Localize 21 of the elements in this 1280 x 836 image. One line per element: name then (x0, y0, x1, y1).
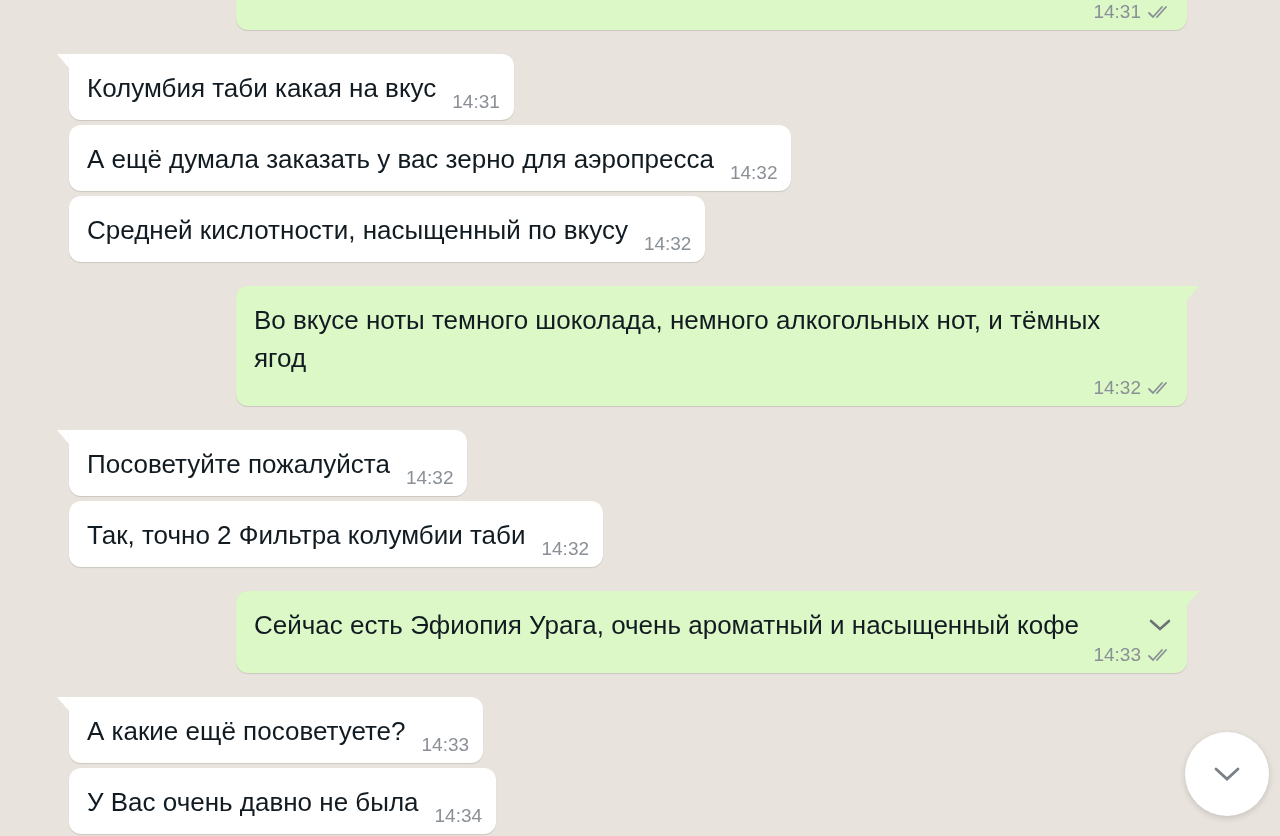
message-time: 14:31 (452, 91, 500, 113)
chevron-down-icon (1213, 765, 1241, 783)
message-time: 14:31 (1093, 1, 1141, 23)
message-time: 14:32 (1093, 377, 1141, 399)
message-text: Сейчас есть Эфиопия Урага, очень ароматный и насыщенный кофе (254, 609, 1079, 642)
message-time: 14:33 (421, 734, 470, 756)
message-time: 14:34 (434, 805, 483, 827)
message-time: 14:32 (405, 467, 454, 489)
message-time: 14:32 (541, 538, 590, 560)
chevron-down-icon[interactable] (1147, 617, 1173, 633)
message-text: Посоветуйте пожалуйста (87, 448, 390, 481)
message-text: Во вкусе ноты темного шоколада, немного алкогольных нот, и тёмных ягод (254, 304, 1102, 375)
message-time: 14:32 (643, 233, 692, 255)
message-text: Колумбия таби какая на вкус (87, 72, 437, 105)
message-text: Средней кислотности, насыщенный по вкусу (87, 214, 628, 247)
message-text: Так, точно 2 Фильтра колумбии таби (87, 519, 526, 552)
message-text: А ещё думала заказать у вас зерно для аэропресса (87, 143, 714, 176)
message-text: У Вас очень давно не была (87, 786, 419, 819)
message-text: А какие ещё посоветуете? (87, 715, 406, 748)
message-time: 14:33 (1093, 644, 1141, 666)
message-time: 14:32 (729, 162, 778, 184)
